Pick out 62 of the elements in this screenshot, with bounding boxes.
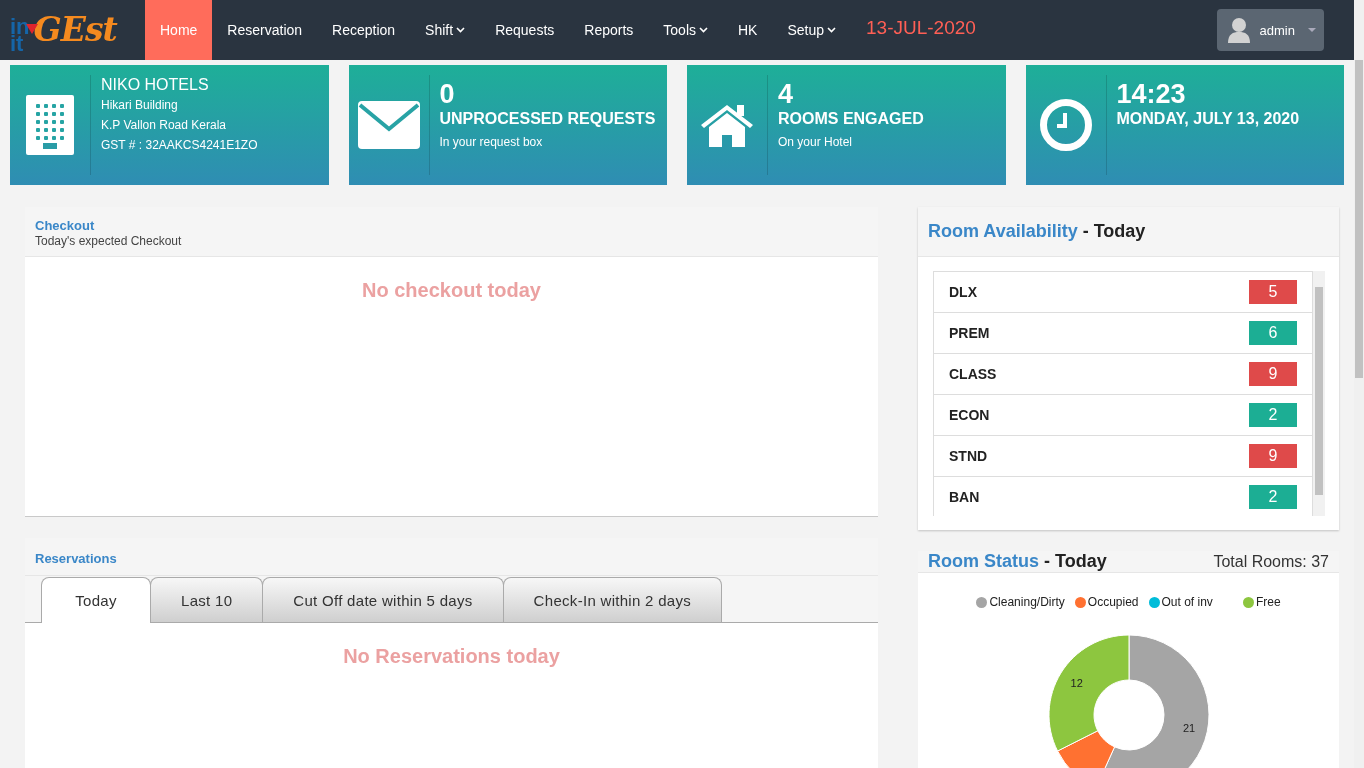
panel-title: Reservations	[35, 551, 117, 566]
nav-item[interactable]: Reception	[317, 0, 411, 60]
logo-text: GEst	[33, 10, 117, 51]
panel-title: Room Status - Today	[928, 551, 1107, 572]
logo-text: it	[10, 35, 24, 52]
nav-item[interactable]: HK	[723, 0, 773, 60]
caret-icon	[1308, 28, 1316, 32]
panel-title: Room Availability - Today	[928, 221, 1146, 242]
room-type: CLASS	[949, 366, 997, 382]
tab[interactable]: Today	[41, 577, 151, 623]
room-count: 2	[1249, 403, 1297, 427]
legend-label: Occupied	[1087, 595, 1139, 609]
tab[interactable]: Cut Off date within 5 days	[262, 577, 504, 622]
room-type: BAN	[949, 489, 980, 505]
stat-label: UNPROCESSED REQUESTS	[439, 109, 656, 129]
scrollbar[interactable]	[1313, 271, 1325, 516]
hotel-detail: K.P Vallon Road Kerala	[101, 117, 227, 134]
tab[interactable]: Last 10	[150, 577, 264, 622]
legend-label: Free	[1255, 595, 1281, 609]
user-menu-button[interactable]: admin	[1216, 9, 1324, 51]
panel-subtitle: Today's expected Checkout	[35, 234, 183, 248]
building-icon	[26, 95, 74, 155]
room-count: 9	[1249, 444, 1297, 468]
legend-label: Out of inv	[1161, 595, 1213, 609]
panel-title: Checkout	[35, 218, 96, 233]
room-count: 2	[1249, 485, 1297, 509]
user-avatar-icon	[1226, 17, 1251, 43]
current-date: 13-JUL-2020	[865, 16, 977, 40]
stat-caption: On your Hotel	[778, 135, 854, 149]
room-count: 6	[1249, 321, 1297, 345]
nav-item[interactable]: Setup	[772, 0, 852, 60]
hotel-detail: Hikari Building	[101, 97, 179, 114]
room-count: 5	[1249, 280, 1297, 304]
total-rooms: Total Rooms: 37	[1213, 552, 1329, 571]
nav-item[interactable]: Shift	[410, 0, 481, 60]
stat-value: 4	[778, 79, 795, 109]
hotel-detail: GST # : 32AAKCS4241E1ZO	[101, 137, 258, 154]
envelope-icon	[357, 101, 420, 149]
tab[interactable]: Check-In within 2 days	[502, 577, 723, 622]
empty-message: No Reservations today	[342, 644, 561, 668]
logo-text: in	[10, 18, 30, 35]
room-type: DLX	[949, 284, 977, 300]
data-label: 12	[1070, 676, 1083, 689]
empty-message: No checkout today	[361, 278, 542, 302]
nav-item[interactable]: Reservation	[212, 0, 318, 60]
stat-value: 0	[439, 79, 456, 109]
room-type: STND	[949, 448, 988, 464]
legend-label: Cleaning/Dirty	[989, 595, 1065, 609]
data-label: 21	[1182, 721, 1195, 734]
stat-value: 14:23	[1116, 79, 1187, 109]
nav-item[interactable]: Requests	[480, 0, 570, 60]
stat-label: MONDAY, JULY 13, 2020	[1116, 109, 1300, 129]
house-icon	[699, 103, 755, 147]
hotel-name: NIKO HOTELS	[101, 75, 210, 95]
room-count: 9	[1249, 362, 1297, 386]
nav-item[interactable]: Reports	[569, 0, 649, 60]
stat-label: ROOMS ENGAGED	[778, 109, 924, 129]
clock-icon	[1039, 99, 1092, 151]
stat-caption: In your request box	[439, 135, 544, 149]
room-type: PREM	[949, 325, 990, 341]
nav-item[interactable]: Tools	[648, 0, 723, 60]
room-type: ECON	[949, 407, 990, 423]
